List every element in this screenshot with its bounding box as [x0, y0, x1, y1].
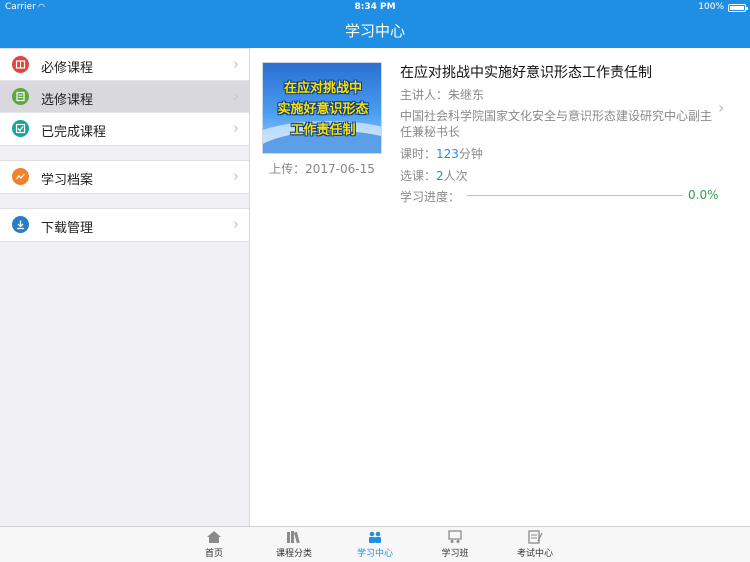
tab-label: 首页 [204, 549, 223, 559]
chevron-right-icon: › [233, 119, 239, 137]
chevron-right-icon: › [233, 55, 239, 73]
sidebar-item-learning-archive[interactable]: 学习档案 › [0, 161, 249, 193]
chevron-right-icon: › [233, 167, 239, 185]
lecturer-row: 主讲人：朱继东 [400, 86, 484, 103]
sidebar: 必修课程 › 选修课程 › 已完成课程 › 学习档案 › 下载管理 › [0, 48, 250, 526]
download-icon [12, 216, 29, 233]
sidebar-item-label: 必修课程 [41, 61, 94, 76]
progress-value: 0.0% [688, 188, 719, 202]
status-bar: Carrier ◠ 8:34 PM 100% [0, 0, 750, 16]
page-title: 学习中心 [344, 22, 405, 40]
lecturer-description: 中国社会科学院国家文化安全与意识形态建设研究中心副主任兼秘书长 [400, 109, 713, 139]
exam-icon [528, 530, 543, 544]
chevron-right-icon[interactable]: › [718, 98, 724, 117]
nav-header: Carrier ◠ 8:34 PM 100% 学习中心 [0, 0, 750, 48]
thumbnail-text-line: 在应对挑战中 [283, 81, 362, 96]
tab-label: 考试中心 [516, 549, 553, 559]
sidebar-item-required-courses[interactable]: 必修课程 › [0, 49, 249, 81]
tab-course-categories[interactable]: 课程分类 [264, 527, 324, 562]
tab-label: 学习中心 [356, 549, 393, 559]
course-title[interactable]: 在应对挑战中实施好意识形态工作责任制 [400, 62, 652, 82]
tab-bar: 首页 课程分类 学习中心 学习班 考试中心 [0, 526, 750, 562]
book-icon [12, 56, 29, 73]
books-icon [287, 531, 300, 544]
enroll-unit: 人次 [443, 169, 468, 183]
tab-exam-center[interactable]: 考试中心 [505, 527, 565, 562]
tab-label: 课程分类 [275, 549, 312, 559]
check-icon [12, 120, 29, 137]
progress-label: 学习进度： [400, 190, 461, 204]
upload-date: 上传：2017-06-15 [269, 162, 375, 176]
progress-bar [467, 195, 683, 196]
battery-percent: 100% [698, 2, 724, 12]
enroll-value: 2 [436, 169, 444, 183]
enroll-row: 选课：2人次 [400, 167, 468, 184]
thumbnail-text-line: 工作责任制 [290, 123, 356, 138]
sidebar-item-elective-courses[interactable]: 选修课程 › [0, 81, 249, 113]
clock: 8:34 PM [354, 2, 396, 12]
tab-home[interactable]: 首页 [184, 527, 244, 562]
sidebar-group-courses: 必修课程 › 选修课程 › 已完成课程 › [0, 48, 249, 146]
chevron-right-icon: › [233, 87, 239, 105]
lecturer-name: 朱继东 [448, 88, 485, 102]
hours-unit: 分钟 [458, 147, 483, 161]
enroll-label: 选课： [400, 169, 437, 183]
chevron-right-icon: › [233, 215, 239, 233]
hours-row: 课时：123分钟 [400, 145, 483, 162]
hours-value: 123 [436, 147, 459, 161]
battery-icon [728, 4, 748, 12]
lecturer-label: 主讲人： [400, 88, 449, 102]
tab-label: 学习班 [441, 549, 469, 559]
sidebar-group-downloads: 下载管理 › [0, 208, 249, 242]
tab-study-class[interactable]: 学习班 [425, 527, 485, 562]
sidebar-group-archive: 学习档案 › [0, 160, 249, 194]
sidebar-item-download-manager[interactable]: 下载管理 › [0, 209, 249, 241]
sidebar-item-completed-courses[interactable]: 已完成课程 › [0, 113, 249, 145]
sidebar-item-label: 学习档案 [41, 173, 94, 188]
course-thumbnail[interactable]: 在应对挑战中 实施好意识形态 工作责任制 [262, 62, 382, 154]
tab-learning-center[interactable]: 学习中心 [345, 527, 405, 562]
archive-icon [12, 168, 29, 185]
sidebar-item-label: 下载管理 [41, 221, 94, 236]
sidebar-item-label: 选修课程 [41, 93, 94, 108]
sidebar-item-label: 已完成课程 [41, 125, 107, 140]
elective-icon [12, 88, 29, 105]
hours-label: 课时： [400, 147, 437, 161]
thumbnail-text-line: 实施好意识形态 [277, 102, 369, 117]
home-icon [207, 531, 221, 543]
learning-center-icon [369, 531, 381, 543]
class-icon [448, 530, 462, 543]
